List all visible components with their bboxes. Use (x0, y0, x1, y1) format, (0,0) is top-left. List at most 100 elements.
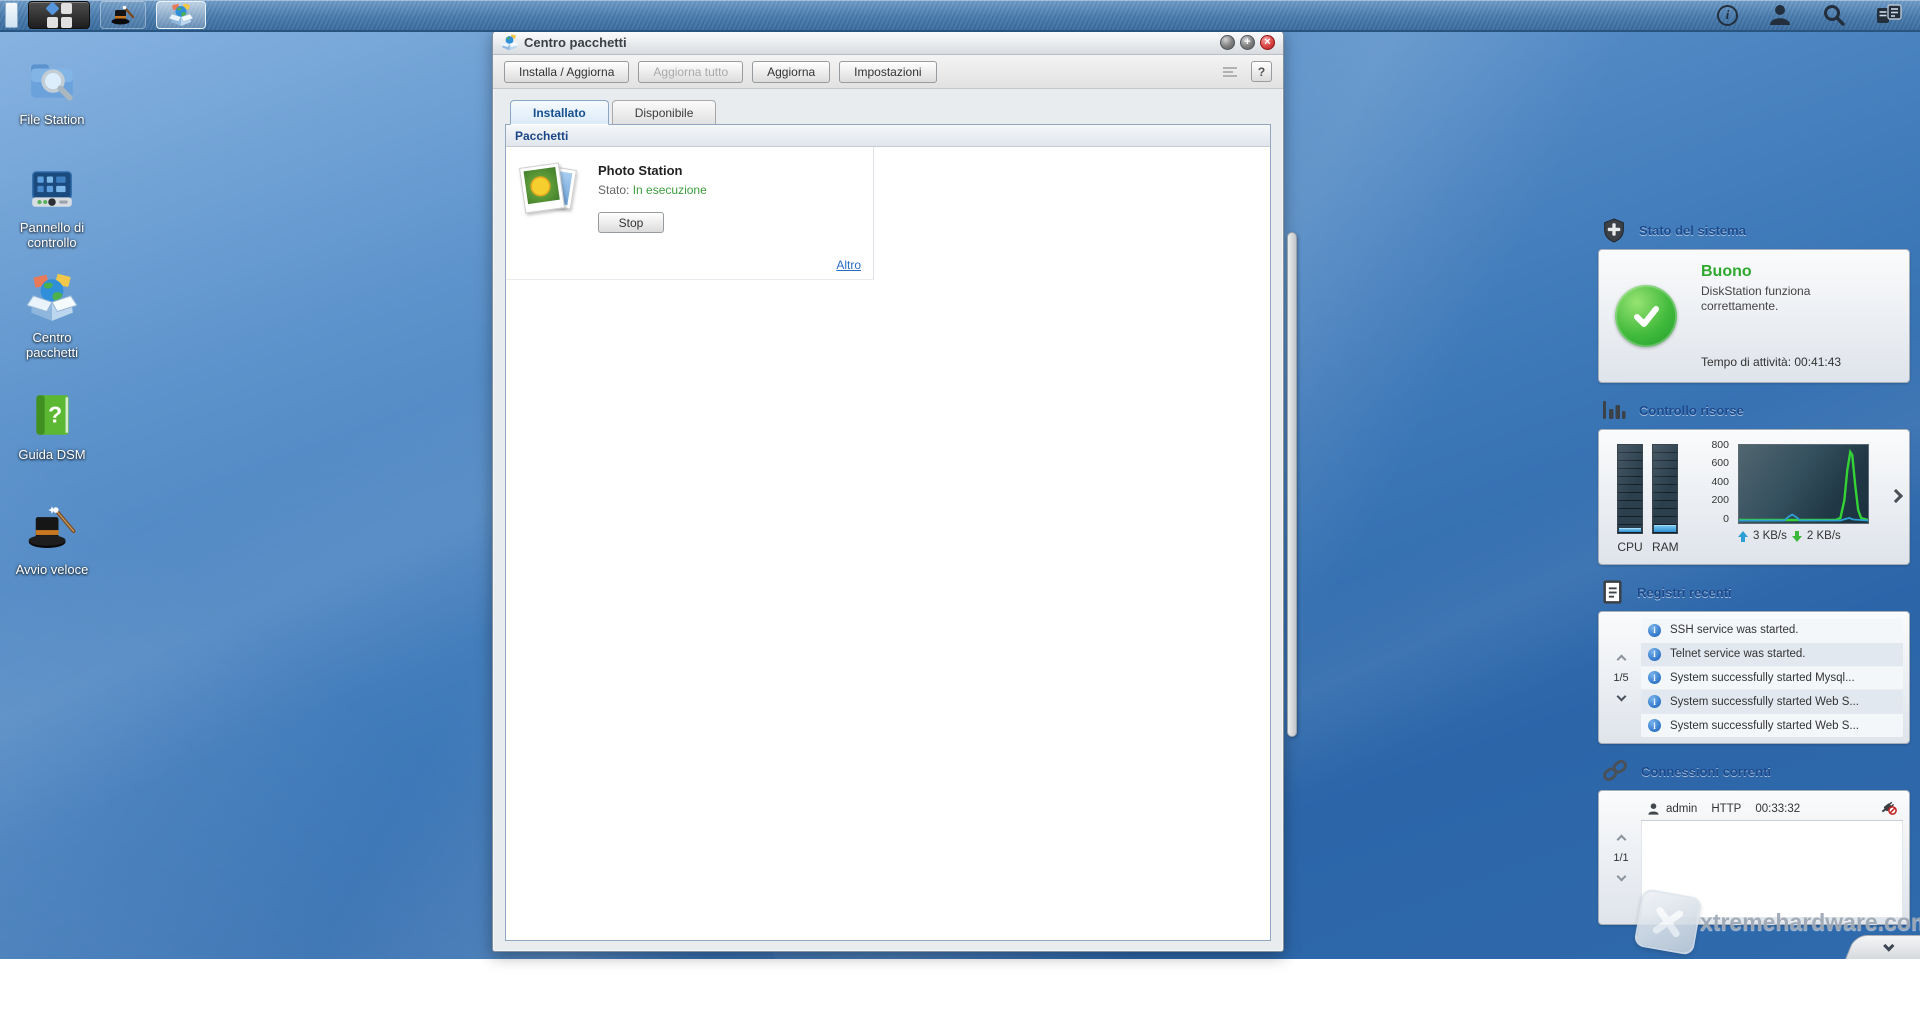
file-station-icon (27, 55, 77, 105)
desktop-icon-label: Avvio veloce (16, 562, 89, 577)
magic-hat-icon (111, 4, 135, 26)
resource-monitor-header: Controllo risorse (1598, 395, 1910, 425)
user-icon[interactable] (1768, 3, 1792, 27)
pager-down-icon[interactable] (1616, 691, 1626, 701)
main-menu-button[interactable] (28, 1, 90, 29)
log-row[interactable]: iTelnet service was started. (1641, 643, 1903, 666)
package-center-icon (169, 3, 193, 27)
tab-installed[interactable]: Installato (510, 100, 609, 125)
install-update-button[interactable]: Installa / Aggiorna (504, 61, 629, 83)
svg-text:?: ? (48, 401, 62, 427)
package-center-icon (27, 273, 77, 323)
recent-logs-panel: 1/5 iSSH service was started. iTelnet se… (1598, 611, 1910, 744)
ram-label: RAM (1652, 540, 1679, 554)
main-menu-icon (45, 1, 59, 15)
more-link[interactable]: Altro (836, 258, 861, 272)
log-row[interactable]: iSystem successfully started Mysql... (1641, 667, 1903, 690)
desktop-icon-quick-start[interactable]: Avvio veloce (0, 503, 104, 577)
window-title-icon (501, 34, 518, 51)
pilot-view-icon[interactable] (1876, 3, 1902, 27)
info-icon: i (1648, 671, 1661, 684)
system-status-header: Stato del sistema (1598, 215, 1910, 245)
package-status-value: In esecuzione (633, 183, 707, 197)
connections-empty-area (1641, 821, 1903, 918)
stop-button[interactable]: Stop (598, 212, 664, 233)
download-arrow-icon (1792, 531, 1802, 542)
window-toolbar: Installa / Aggiorna Aggiorna tutto Aggio… (493, 55, 1283, 89)
user-icon (1647, 802, 1660, 816)
desktop-icon-dsm-help[interactable]: ? Guida DSM (0, 390, 104, 462)
widget-title: Stato del sistema (1639, 223, 1746, 238)
package-center-window: Centro pacchetti + × Installa / Aggiorna… (492, 30, 1284, 952)
connection-user: admin (1666, 803, 1697, 815)
status-description: DiskStation funziona correttamente. (1701, 284, 1861, 314)
download-rate: 2 KB/s (1807, 530, 1841, 542)
update-all-button: Aggiorna tutto (638, 61, 743, 83)
desktop-icon-label: Guida DSM (18, 447, 85, 462)
connection-row: admin HTTP 00:33:32 (1641, 797, 1903, 821)
log-row[interactable]: iSSH service was started. (1641, 619, 1903, 642)
window-titlebar[interactable]: Centro pacchetti + × (493, 31, 1283, 55)
network-graph (1738, 444, 1869, 524)
ram-gauge (1652, 444, 1678, 534)
settings-button[interactable]: Impostazioni (839, 61, 936, 83)
desktop-icon-label: Pannello di controllo (7, 220, 97, 251)
tab-available[interactable]: Disponibile (612, 100, 717, 125)
help-button[interactable]: ? (1251, 61, 1272, 82)
link-icon (1602, 758, 1628, 784)
resource-next-button[interactable] (1891, 488, 1901, 506)
desktop-icon-label: Centro pacchetti (7, 330, 97, 361)
current-connections-header: Connessioni correnti (1598, 756, 1910, 786)
widget-title: Connessioni correnti (1641, 764, 1771, 779)
maximize-button[interactable]: + (1240, 35, 1255, 50)
desktop-icon-file-station[interactable]: File Station (0, 55, 104, 127)
resource-monitor-panel: CPU RAM 800 600 400 200 0 3 KB/s (1598, 429, 1910, 565)
tabstrip: Installato Disponibile (505, 97, 1271, 124)
chevron-down-icon (1883, 940, 1894, 951)
desktop-icon-control-panel[interactable]: Pannello di controllo (0, 163, 104, 251)
info-icon: i (1648, 719, 1661, 732)
desktop-icon-package-center[interactable]: Centro pacchetti (0, 273, 104, 361)
pager-down-icon[interactable] (1616, 871, 1626, 881)
log-row[interactable]: iSystem successfully started Web S... (1641, 690, 1903, 713)
network-graph-axis: 800 600 400 200 0 (1695, 440, 1729, 524)
pager-up-icon[interactable] (1616, 654, 1626, 664)
quick-start-taskbar-button[interactable] (100, 1, 146, 29)
pager-up-icon[interactable] (1616, 834, 1626, 844)
window-title: Centro pacchetti (524, 35, 627, 50)
window-scrollbar-thumb[interactable] (1287, 232, 1297, 737)
upload-arrow-icon (1738, 531, 1748, 542)
package-row-photo-station[interactable]: Photo Station Stato: In esecuzione Stop … (506, 147, 874, 280)
search-icon[interactable] (1822, 3, 1846, 27)
uptime-text: Tempo di attività: 00:41:43 (1701, 355, 1861, 369)
info-icon[interactable]: i (1717, 5, 1738, 26)
show-desktop-button[interactable] (5, 2, 18, 28)
package-status: Stato: In esecuzione (598, 183, 707, 197)
connection-protocol: HTTP (1711, 803, 1741, 815)
log-row[interactable]: iSystem successfully started Web S... (1641, 714, 1903, 737)
desktop-icon-label: File Station (19, 112, 84, 127)
pager-page: 1/1 (1613, 852, 1628, 864)
close-button[interactable]: × (1260, 35, 1275, 50)
collapse-widgets-tab[interactable] (1845, 935, 1920, 959)
info-icon: i (1648, 648, 1661, 661)
dsm-help-icon: ? (27, 390, 77, 440)
info-icon: i (1648, 624, 1661, 637)
refresh-button[interactable]: Aggiorna (752, 61, 830, 83)
widget-title: Registri recenti (1637, 585, 1732, 600)
cpu-gauge (1617, 444, 1643, 534)
upload-rate: 3 KB/s (1753, 530, 1787, 542)
minimize-button[interactable] (1220, 35, 1235, 50)
shield-icon (1602, 218, 1626, 243)
package-name: Photo Station (598, 163, 707, 178)
packages-section-header: Pacchetti (506, 125, 1270, 147)
connections-pager: 1/1 (1601, 797, 1641, 918)
widget-title: Controllo risorse (1639, 403, 1744, 418)
status-value: Buono (1701, 263, 1861, 281)
quick-start-icon (26, 503, 78, 555)
photo-station-icon (522, 163, 578, 219)
package-center-taskbar-button[interactable] (156, 1, 206, 29)
disconnect-icon[interactable] (1880, 800, 1897, 818)
system-status-panel: Buono DiskStation funziona correttamente… (1598, 249, 1910, 383)
network-rates: 3 KB/s 2 KB/s (1738, 530, 1841, 542)
